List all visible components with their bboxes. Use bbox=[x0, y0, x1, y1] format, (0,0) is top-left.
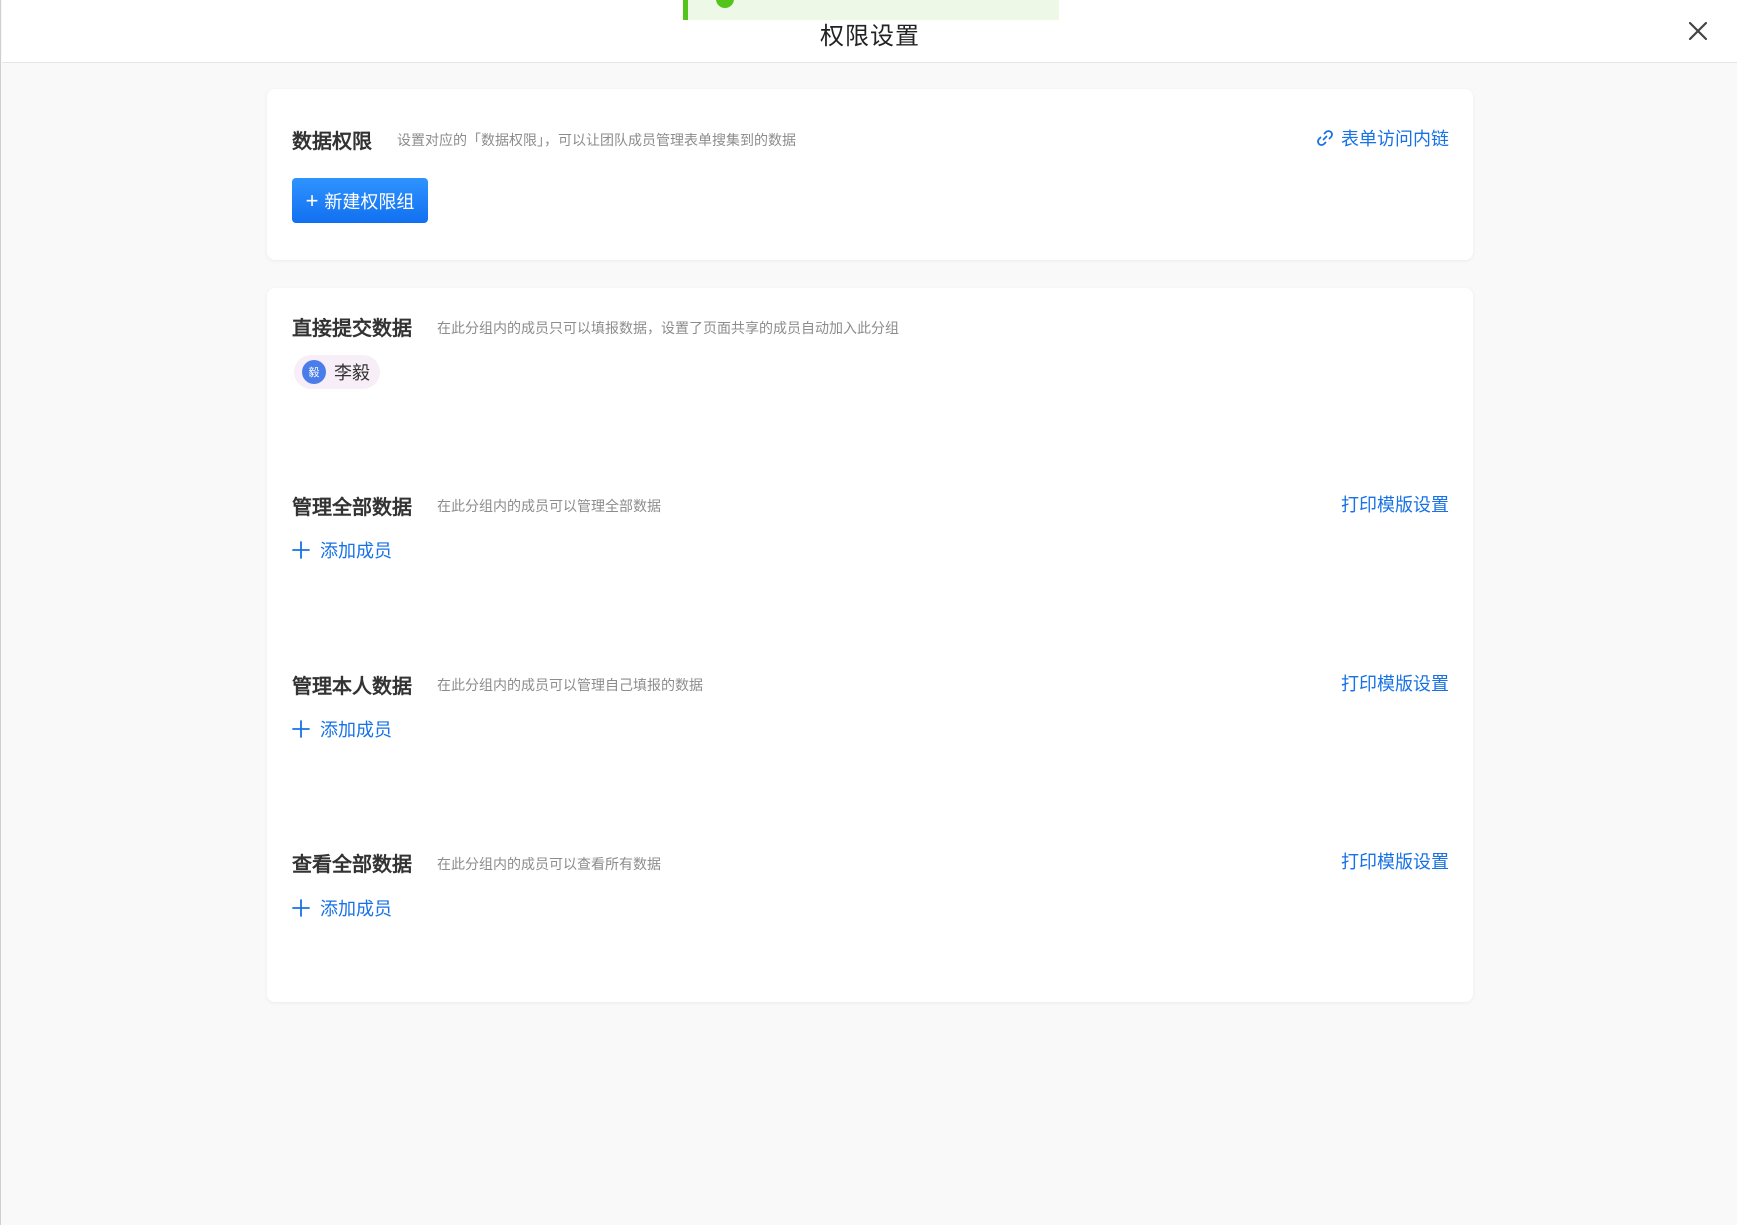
add-member-label: 添加成员 bbox=[320, 541, 392, 562]
member-chip[interactable]: 毅 李毅 bbox=[294, 355, 380, 389]
plus-icon bbox=[292, 899, 310, 917]
close-icon bbox=[1688, 21, 1708, 41]
link-icon bbox=[1317, 130, 1333, 146]
dialog-frame: 权限设置 数据权限 设置对应的「数据权限」，可以让团队成员管理表单搜集到的数据 … bbox=[0, 0, 1737, 1225]
group-title-submit: 直接提交数据 bbox=[292, 316, 412, 340]
add-member-label: 添加成员 bbox=[320, 899, 392, 920]
group-title-view-all: 查看全部数据 bbox=[292, 852, 412, 876]
group-description-view-all: 在此分组内的成员可以查看所有数据 bbox=[437, 857, 661, 873]
plus-icon bbox=[292, 720, 310, 738]
avatar: 毅 bbox=[302, 360, 326, 384]
close-button[interactable] bbox=[1685, 18, 1711, 44]
group-description-manage-all: 在此分组内的成员可以管理全部数据 bbox=[437, 499, 661, 515]
add-member-button[interactable]: 添加成员 bbox=[292, 895, 392, 921]
page-title: 权限设置 bbox=[820, 22, 920, 50]
group-title-manage-own: 管理本人数据 bbox=[292, 674, 412, 698]
group-title-manage-all: 管理全部数据 bbox=[292, 495, 412, 519]
member-name: 李毅 bbox=[334, 363, 370, 384]
add-member-label: 添加成员 bbox=[320, 720, 392, 741]
add-member-button[interactable]: 添加成员 bbox=[292, 537, 392, 563]
permission-groups-card: 直接提交数据 在此分组内的成员只可以填报数据，设置了页面共享的成员自动加入此分组… bbox=[267, 288, 1473, 1002]
form-access-link[interactable]: 表单访问内链 bbox=[1315, 125, 1449, 151]
form-access-link-label: 表单访问内链 bbox=[1341, 129, 1449, 150]
group-description-submit: 在此分组内的成员只可以填报数据，设置了页面共享的成员自动加入此分组 bbox=[437, 321, 899, 337]
dialog-header: 权限设置 bbox=[2, 0, 1737, 63]
new-permission-group-label: 新建权限组 bbox=[324, 191, 415, 212]
data-permission-description: 设置对应的「数据权限」，可以让团队成员管理表单搜集到的数据 bbox=[397, 133, 796, 149]
print-template-settings-link[interactable]: 打印模版设置 bbox=[1341, 848, 1449, 874]
new-permission-group-button[interactable]: + 新建权限组 bbox=[292, 178, 428, 223]
print-template-settings-link[interactable]: 打印模版设置 bbox=[1341, 670, 1449, 696]
group-description-manage-own: 在此分组内的成员可以管理自己填报的数据 bbox=[437, 678, 703, 694]
add-member-button[interactable]: 添加成员 bbox=[292, 716, 392, 742]
plus-icon bbox=[292, 541, 310, 559]
plus-icon: + bbox=[305, 187, 319, 213]
data-permission-title: 数据权限 bbox=[292, 129, 372, 153]
data-permission-card: 数据权限 设置对应的「数据权限」，可以让团队成员管理表单搜集到的数据 表单访问内… bbox=[267, 89, 1473, 260]
print-template-settings-link[interactable]: 打印模版设置 bbox=[1341, 491, 1449, 517]
success-icon bbox=[716, 0, 734, 8]
